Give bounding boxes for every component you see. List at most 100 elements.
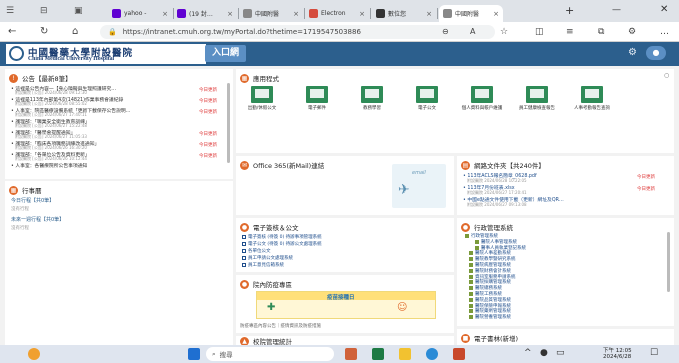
tab-groups-icon[interactable]: ⊟ bbox=[40, 6, 48, 16]
excel-icon[interactable] bbox=[372, 348, 384, 360]
user-icon[interactable]: ● bbox=[646, 46, 666, 60]
browser-icon[interactable] bbox=[426, 348, 438, 360]
workspace-icon[interactable]: ▣ bbox=[74, 6, 83, 16]
app-tile[interactable]: 電子公文 bbox=[405, 86, 449, 111]
notification-icon[interactable]: ☐ bbox=[650, 348, 658, 358]
folder-icon: ▤ bbox=[461, 160, 470, 170]
announcements-scrollbar[interactable] bbox=[227, 83, 230, 163]
url-text: https://intranet.cmuh.org.tw/myPortal.do… bbox=[122, 28, 361, 36]
schedule-week[interactable]: 未來一週行程【共0筆】 bbox=[11, 216, 64, 223]
browser-tab[interactable]: 中國附醫 × bbox=[439, 5, 503, 22]
back-icon[interactable]: ← bbox=[8, 25, 16, 39]
tree-node-icon bbox=[469, 309, 473, 314]
file-explorer-icon[interactable] bbox=[399, 348, 411, 360]
tab-close-icon[interactable]: × bbox=[227, 10, 233, 18]
announcement-item[interactable]: • 人事室：各醫療院所公告事項通知 bbox=[11, 162, 191, 169]
tab-actions-icon[interactable]: ☰ bbox=[6, 6, 14, 16]
favorite-icon[interactable]: ☆ bbox=[500, 25, 508, 39]
weather-icon[interactable] bbox=[28, 348, 40, 360]
read-aloud-icon[interactable]: A bbox=[470, 25, 475, 39]
favorites-list-icon[interactable]: ≡ bbox=[566, 25, 574, 39]
campaign-title: 院內防疫專區 bbox=[253, 281, 292, 289]
widgets-icon[interactable] bbox=[345, 348, 357, 360]
refresh-icon[interactable]: ↻ bbox=[40, 25, 48, 39]
new-tab-button[interactable]: + bbox=[565, 4, 574, 17]
calendar-icon: ▦ bbox=[9, 185, 18, 195]
settings-icon[interactable]: ⚙ bbox=[628, 47, 637, 58]
admin-header: ● 行政管理系統 bbox=[461, 222, 513, 232]
clock-time[interactable]: 下午 12:05 bbox=[603, 346, 632, 354]
app-tile[interactable]: 人事考勤報告查詢 bbox=[570, 86, 614, 111]
tab-favicon-icon bbox=[376, 9, 385, 18]
close-window-icon[interactable]: ✕ bbox=[660, 4, 668, 15]
app-tile[interactable]: 教務學習 bbox=[350, 86, 394, 111]
app-tile[interactable]: 員工健康檢查報告 bbox=[515, 86, 559, 111]
browser-tab[interactable]: (19 封… × bbox=[173, 5, 237, 22]
campaign-banner[interactable]: 疫苗接種日 ✚ ☺ bbox=[256, 291, 436, 319]
app-tile[interactable]: 出勤/休假公文 bbox=[240, 86, 284, 111]
app-tile[interactable]: 電子郵件 bbox=[295, 86, 339, 111]
ebooks-header: ■ 電子書林(新增) bbox=[461, 333, 518, 343]
browser-tab[interactable]: 數位您 × bbox=[372, 5, 436, 22]
taskbar-search[interactable]: ⌕ 搜尋 bbox=[206, 347, 334, 361]
collections-icon[interactable]: ⧉ bbox=[598, 25, 604, 39]
esign-item[interactable]: 電子公文 (待簽 0) 待辦公文處理系統 bbox=[242, 241, 322, 247]
office365-header: ✉ Office 365(新Mail)連結 bbox=[240, 160, 324, 170]
tray-display-icon[interactable]: ▭ bbox=[556, 348, 565, 358]
browser-tab[interactable]: Electron × bbox=[305, 5, 369, 22]
hospital-logo[interactable]: 中國醫藥大學附設醫院 China Medical University Hosp… bbox=[6, 44, 206, 64]
tab-close-icon[interactable]: × bbox=[293, 10, 299, 18]
tray-circle-icon[interactable]: ● bbox=[540, 348, 548, 358]
app-monitor-icon bbox=[416, 86, 438, 103]
start-icon[interactable] bbox=[188, 348, 200, 360]
extensions-icon[interactable]: ⚙ bbox=[628, 25, 636, 39]
esign-panel: ● 電子簽核＆公文 電子簽核 (待簽 0) 待辦事項管理系統 電子公文 (待簽 0… bbox=[236, 218, 454, 272]
tab-close-icon[interactable]: × bbox=[426, 10, 432, 18]
tab-close-icon[interactable]: × bbox=[493, 10, 499, 18]
office365-title[interactable]: Office 365(新Mail)連結 bbox=[253, 160, 324, 170]
admin-tree-item[interactable]: 醫院營養管理系統 bbox=[469, 314, 511, 320]
apps-title: 應用程式 bbox=[253, 75, 279, 83]
schedule-title: 行事曆 bbox=[22, 187, 42, 195]
documents-title: 網路文件夾【共240件】 bbox=[474, 162, 545, 170]
esign-item[interactable]: 各單位公文 bbox=[242, 248, 271, 254]
more-icon[interactable]: … bbox=[660, 25, 669, 39]
admin-scrollbar[interactable] bbox=[667, 232, 670, 292]
portal-entry-title: 入口網 bbox=[205, 45, 247, 62]
tab-separator bbox=[437, 8, 438, 19]
app-label: 電子郵件 bbox=[308, 106, 326, 111]
campaign-caption: 防疫專區內容公告｜疫情資訊及防疫措施 bbox=[240, 324, 321, 329]
vaccine-icon: ✚ bbox=[267, 302, 276, 313]
tray-arrow-icon[interactable]: ^ bbox=[524, 348, 532, 358]
clock-date[interactable]: 2024/6/28 bbox=[603, 354, 631, 360]
tab-close-icon[interactable]: × bbox=[359, 10, 365, 18]
person-icon: ● bbox=[240, 279, 249, 289]
email-badge-text: email bbox=[412, 170, 426, 176]
zoom-icon[interactable]: ⊖ bbox=[442, 25, 449, 39]
tab-title: 數位您 bbox=[388, 11, 407, 18]
tab-separator bbox=[370, 8, 371, 19]
esign-item[interactable]: 電子簽核 (待簽 0) 待辦事項管理系統 bbox=[242, 234, 322, 240]
browser-tab[interactable]: yahoo - × bbox=[108, 5, 172, 22]
announcements-title: 公告【最新8筆】 bbox=[22, 75, 72, 83]
split-screen-icon[interactable]: ◫ bbox=[535, 25, 544, 39]
apps-more-dot[interactable]: ○ bbox=[664, 72, 669, 79]
ebooks-title[interactable]: 電子書林(新增) bbox=[474, 333, 518, 343]
home-icon[interactable]: ⌂ bbox=[72, 25, 78, 39]
document-new-badge: 今日更新 bbox=[637, 187, 655, 192]
tree-node-icon bbox=[469, 292, 473, 296]
app-label: 教務學習 bbox=[363, 106, 381, 111]
esign-item[interactable]: 員工意見信箱系統 bbox=[242, 262, 284, 268]
tab-close-icon[interactable]: × bbox=[162, 10, 168, 18]
url-field[interactable]: 🔒 https://intranet.cmuh.org.tw/myPortal.… bbox=[100, 25, 495, 39]
browser-tab[interactable]: 中國附醫 × bbox=[239, 5, 303, 22]
app-tile[interactable]: 個人資料與帳戶維護 bbox=[460, 86, 504, 111]
minimize-icon[interactable]: — bbox=[612, 5, 621, 15]
schedule-today[interactable]: 今日行程【共0筆】 bbox=[11, 197, 54, 204]
grid-icon: ▦ bbox=[240, 73, 249, 83]
powerpoint-icon[interactable] bbox=[453, 348, 465, 360]
tree-node-icon bbox=[469, 280, 473, 285]
email-illustration[interactable]: email ✈ bbox=[392, 164, 446, 208]
school-title[interactable]: 校院管理統計 bbox=[253, 336, 292, 345]
esign-item[interactable]: 員工申請公文處理系統 bbox=[242, 255, 293, 261]
